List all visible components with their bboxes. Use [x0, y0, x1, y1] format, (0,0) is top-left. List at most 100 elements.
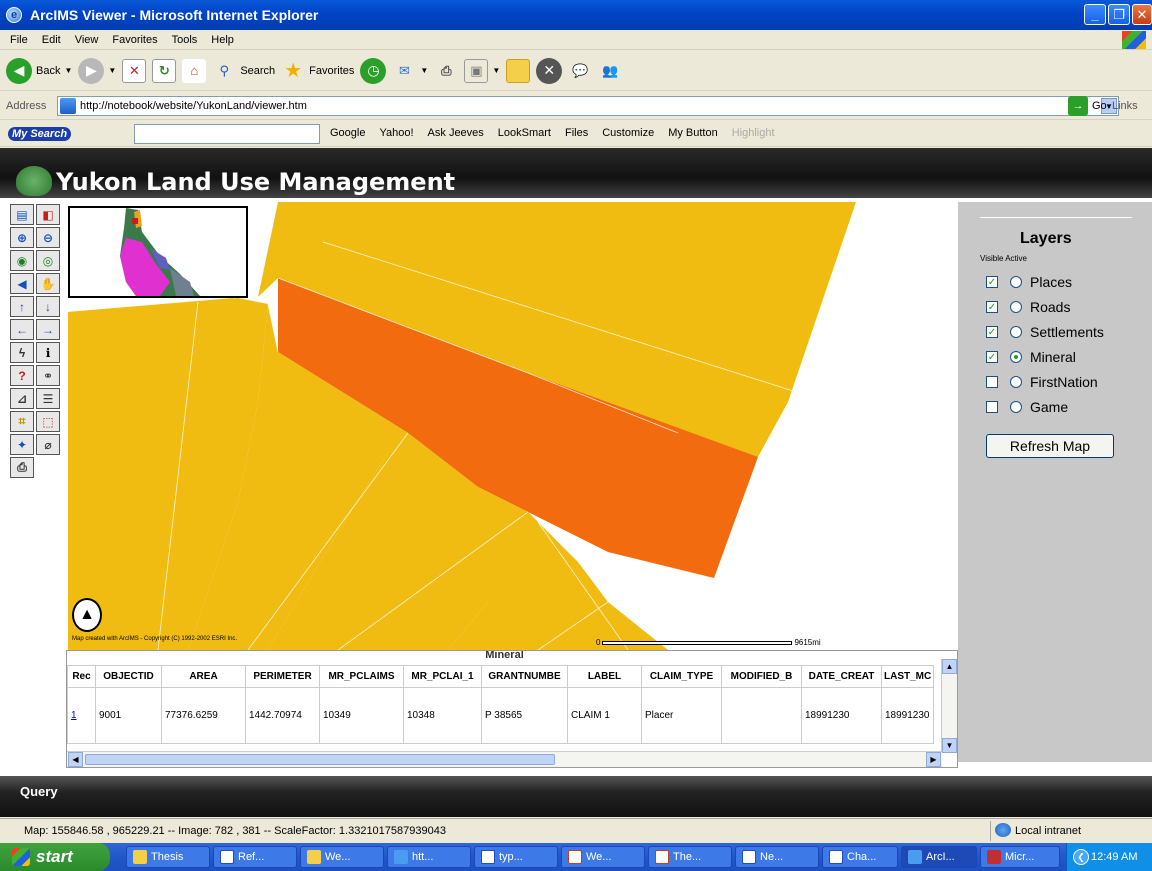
scroll-left-icon[interactable]: ◀: [68, 752, 83, 767]
task-word-cha[interactable]: Cha...: [822, 846, 898, 868]
visible-checkbox[interactable]: [986, 376, 998, 388]
stop-button[interactable]: ✕: [122, 55, 147, 87]
identify-icon[interactable]: ℹ: [36, 342, 60, 363]
address-input[interactable]: http://notebook/website/YukonLand/viewer…: [57, 96, 1119, 116]
record-link[interactable]: 1: [67, 687, 96, 744]
search-button[interactable]: ⚲ Search: [212, 55, 276, 87]
maximize-button[interactable]: ❐: [1108, 4, 1130, 25]
set-units-icon[interactable]: ☰: [36, 388, 60, 409]
task-micr[interactable]: Micr...: [980, 846, 1060, 868]
visible-checkbox[interactable]: ✓: [986, 326, 998, 338]
toggle-legend-icon[interactable]: ▤: [10, 204, 34, 225]
active-radio[interactable]: [1010, 276, 1022, 288]
scroll-right-icon[interactable]: ▶: [926, 752, 941, 767]
google-button[interactable]: Google: [330, 127, 365, 139]
overview-map[interactable]: [68, 206, 248, 298]
messenger-chat-button[interactable]: 💬: [568, 55, 592, 87]
visible-checkbox[interactable]: ✓: [986, 276, 998, 288]
go-button[interactable]: → Go: [1068, 96, 1107, 116]
task-word-typ[interactable]: typ...: [474, 846, 558, 868]
mail-button[interactable]: ✉ ▼: [392, 55, 428, 87]
refresh-button[interactable]: ↻: [152, 55, 177, 87]
my-button[interactable]: My Button: [668, 127, 718, 139]
minimize-button[interactable]: _: [1084, 4, 1106, 25]
edit-button[interactable]: ▣ ▼: [464, 55, 500, 87]
active-radio[interactable]: [1010, 351, 1022, 363]
hyperlink-icon[interactable]: ϟ: [10, 342, 34, 363]
find-binoculars-icon[interactable]: ⚭: [36, 365, 60, 386]
pan-north-icon[interactable]: ↑: [10, 296, 34, 317]
scroll-thumb[interactable]: [85, 754, 555, 765]
pan-west-icon[interactable]: ←: [10, 319, 34, 340]
history-button[interactable]: ◷: [360, 55, 387, 87]
print-icon[interactable]: ⎙: [10, 457, 34, 478]
task-word-ne[interactable]: Ne...: [735, 846, 819, 868]
pan-south-icon[interactable]: ↓: [36, 296, 60, 317]
task-thesis[interactable]: Thesis: [126, 846, 210, 868]
yahoo-button[interactable]: Yahoo!: [379, 127, 413, 139]
select-shape-icon[interactable]: ⬚: [36, 411, 60, 432]
ask-jeeves-button[interactable]: Ask Jeeves: [428, 127, 484, 139]
active-radio[interactable]: [1010, 326, 1022, 338]
menu-file[interactable]: File: [10, 34, 28, 46]
visible-checkbox[interactable]: ✓: [986, 301, 998, 313]
files-button[interactable]: Files: [565, 127, 588, 139]
tray-chevron-icon[interactable]: ❮: [1073, 849, 1089, 865]
query-icon[interactable]: ?: [10, 365, 34, 386]
scroll-down-icon[interactable]: ▼: [942, 738, 957, 753]
task-ppt-we[interactable]: We...: [561, 846, 645, 868]
zoom-out-icon[interactable]: ⊖: [36, 227, 60, 248]
full-extent-icon[interactable]: ◉: [10, 250, 34, 271]
task-ie-arcims[interactable]: ArcI...: [901, 846, 977, 868]
task-folder-we[interactable]: We...: [300, 846, 384, 868]
buffer-icon[interactable]: ✦: [10, 434, 34, 455]
pan-hand-icon[interactable]: ✋: [36, 273, 60, 294]
close-button[interactable]: ✕: [1132, 4, 1152, 25]
links-button[interactable]: Links: [1112, 100, 1138, 112]
zoom-active-layer-icon[interactable]: ◎: [36, 250, 60, 271]
column-header: MR_PCLAIMS: [319, 665, 404, 688]
menu-help[interactable]: Help: [211, 34, 234, 46]
table-cell: P 38565: [481, 687, 568, 744]
vertical-scrollbar[interactable]: ▲ ▼: [941, 659, 957, 753]
menu-tools[interactable]: Tools: [172, 34, 198, 46]
attribute-table: Rec OBJECTID AREA PERIMETER MR_PCLAIMS M…: [67, 665, 935, 744]
zoom-last-icon[interactable]: ◀: [10, 273, 34, 294]
task-word-ref[interactable]: Ref...: [213, 846, 297, 868]
messenger-button[interactable]: 👥: [598, 55, 622, 87]
menu-view[interactable]: View: [75, 34, 99, 46]
toggle-overview-icon[interactable]: ◧: [36, 204, 60, 225]
refresh-map-button[interactable]: Refresh Map: [986, 434, 1114, 458]
home-button[interactable]: ⌂: [182, 55, 207, 87]
pan-east-icon[interactable]: →: [36, 319, 60, 340]
mysearch-input[interactable]: [134, 124, 320, 144]
favorites-button[interactable]: ★ Favorites: [281, 55, 354, 87]
select-rectangle-icon[interactable]: ⌗: [10, 411, 34, 432]
task-ie-htt[interactable]: htt...: [387, 846, 471, 868]
menu-edit[interactable]: Edit: [42, 34, 61, 46]
active-radio[interactable]: [1010, 401, 1022, 413]
scroll-up-icon[interactable]: ▲: [942, 659, 957, 674]
folder-button[interactable]: [506, 55, 531, 87]
visible-checkbox[interactable]: ✓: [986, 351, 998, 363]
print-button[interactable]: ⎙: [434, 55, 458, 87]
active-radio[interactable]: [1010, 376, 1022, 388]
zoom-in-icon[interactable]: ⊕: [10, 227, 34, 248]
active-radio[interactable]: [1010, 301, 1022, 313]
visible-checkbox[interactable]: [986, 401, 998, 413]
start-button[interactable]: start: [0, 843, 110, 871]
task-ppt-the[interactable]: The...: [648, 846, 732, 868]
horizontal-scrollbar[interactable]: ◀ ▶: [67, 751, 942, 767]
forward-button[interactable]: ▶ ▼: [78, 55, 116, 87]
measure-icon[interactable]: ⊿: [10, 388, 34, 409]
looksmart-button[interactable]: LookSmart: [498, 127, 551, 139]
mysearch-logo[interactable]: My Search: [8, 126, 72, 141]
menu-favorites[interactable]: Favorites: [112, 34, 157, 46]
clear-selection-icon[interactable]: ⌀: [36, 434, 60, 455]
highlight-button[interactable]: Highlight: [732, 127, 775, 139]
map-view[interactable]: ▲ Map created with ArcIMS - Copyright (C…: [68, 202, 958, 650]
block-button[interactable]: ✕: [536, 55, 563, 87]
layer-row-settlements: ✓ Settlements: [986, 324, 1104, 340]
back-button[interactable]: ◀ Back ▼: [6, 55, 72, 87]
customize-button[interactable]: Customize: [602, 127, 654, 139]
